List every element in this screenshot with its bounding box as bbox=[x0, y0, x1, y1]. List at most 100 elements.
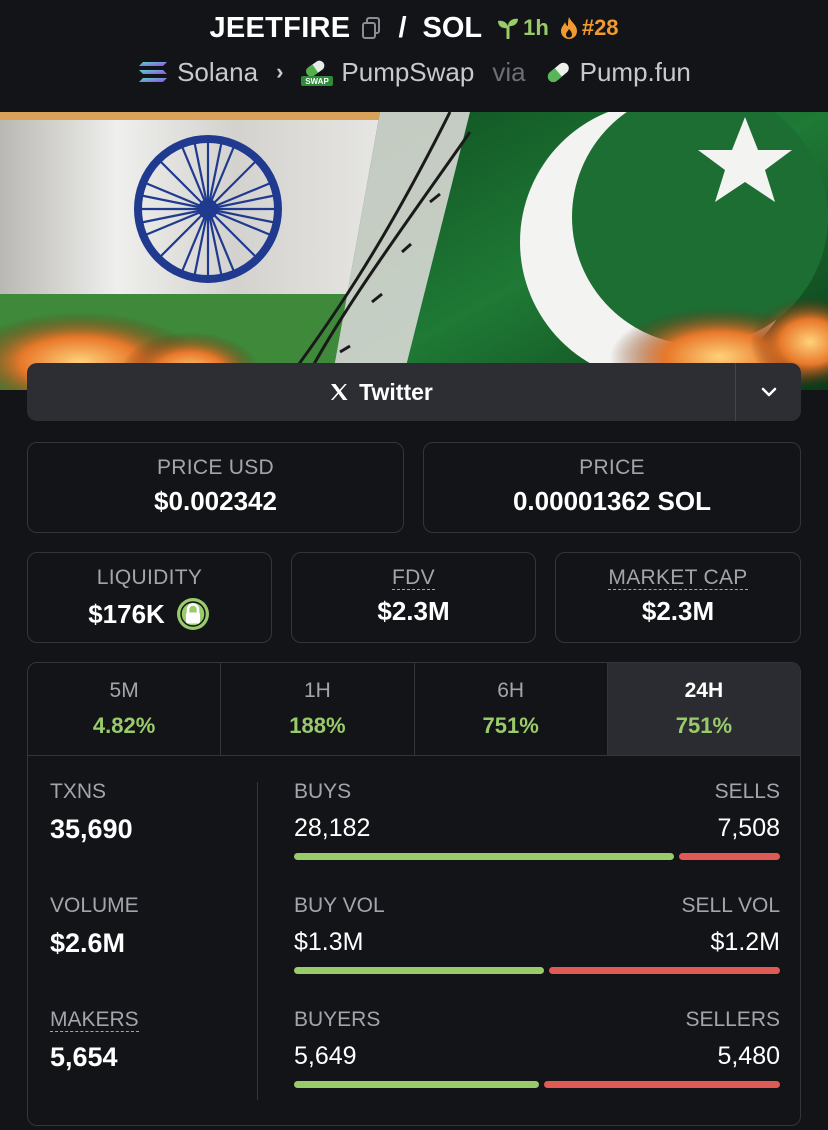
chevron-down-icon bbox=[761, 387, 776, 397]
swap-badge-text: SWAP bbox=[306, 77, 330, 86]
tab-5m-label: 5M bbox=[109, 679, 139, 702]
makers-value: 5,654 bbox=[50, 1042, 118, 1072]
sell-vol-bar bbox=[549, 967, 780, 974]
pair-header: JEETFIRE / SOL 1h #28 Solana › SWAP Pump… bbox=[0, 0, 828, 112]
dex-name: PumpSwap bbox=[341, 56, 475, 87]
tab-6h-change: 751% bbox=[482, 713, 539, 738]
makers-stat: MAKERS 5,654 bbox=[50, 1008, 139, 1073]
tab-24h[interactable]: 24H 751% bbox=[607, 663, 800, 755]
breadcrumb: Solana › SWAP PumpSwap via Pump.fun bbox=[0, 52, 828, 92]
tab-5m-change: 4.82% bbox=[92, 713, 156, 738]
seedling-icon bbox=[498, 18, 519, 39]
social-links-bar: Twitter bbox=[27, 363, 801, 421]
txns-label: TXNS bbox=[50, 780, 107, 803]
volume-value: $2.6M bbox=[50, 928, 126, 958]
pill-icon bbox=[547, 62, 569, 83]
fdv-label-text: FDV bbox=[392, 566, 435, 590]
volume-stat: VOLUME $2.6M bbox=[50, 894, 139, 959]
sells-label: SELLS bbox=[714, 780, 780, 803]
volume-label: VOLUME bbox=[50, 894, 139, 917]
pair-separator: / bbox=[398, 11, 407, 44]
tab-24h-change: 751% bbox=[675, 713, 733, 738]
buys-sells-stat: BUYS SELLS 28,182 7,508 bbox=[294, 780, 780, 860]
twitter-label: Twitter bbox=[359, 378, 433, 405]
buys-sells-ratio-bar bbox=[294, 853, 780, 860]
flame-icon bbox=[560, 17, 577, 39]
txns-value: 35,690 bbox=[50, 814, 133, 844]
sells-value: 7,508 bbox=[717, 814, 780, 842]
tab-1h-label: 1H bbox=[303, 679, 331, 702]
socials-dropdown-button[interactable] bbox=[735, 363, 801, 421]
fdv-card: FDV $2.3M bbox=[291, 552, 536, 643]
token-symbol: JEETFIRE bbox=[209, 11, 351, 44]
makers-label-text: MAKERS bbox=[50, 1008, 139, 1032]
pumpswap-icon: SWAP bbox=[301, 60, 334, 86]
column-divider bbox=[257, 782, 258, 1100]
buyers-ratio-bar bbox=[294, 1081, 780, 1088]
sellers-bar bbox=[544, 1081, 780, 1088]
sells-bar bbox=[679, 853, 780, 860]
timeframe-tabs: 5M 4.82% 1H 188% 6H 751% 24H 751% bbox=[28, 663, 800, 756]
x-logo-icon bbox=[331, 384, 348, 400]
buys-bar bbox=[294, 853, 674, 860]
buy-vol-label: BUY VOL bbox=[294, 894, 385, 917]
pair-age: 1h bbox=[496, 15, 549, 41]
tab-24h-label: 24H bbox=[684, 679, 724, 702]
tab-6h-label: 6H bbox=[497, 679, 525, 702]
market-cap-label[interactable]: MARKET CAP bbox=[556, 566, 800, 590]
chain-name: Solana bbox=[177, 56, 259, 87]
solana-icon bbox=[139, 62, 168, 82]
buys-label: BUYS bbox=[294, 780, 352, 803]
trading-stats-panel: 5M 4.82% 1H 188% 6H 751% 24H 751% TXNS 3… bbox=[27, 662, 801, 1126]
stats-body: TXNS 35,690 VOLUME $2.6M MAKERS 5,654 BU… bbox=[28, 756, 800, 1125]
twitter-button[interactable]: Twitter bbox=[27, 363, 735, 421]
buys-value: 28,182 bbox=[294, 814, 371, 842]
tab-5m[interactable]: 5M 4.82% bbox=[28, 663, 222, 755]
quote-symbol: SOL bbox=[422, 11, 483, 44]
liquidity-card: LIQUIDITY $176K bbox=[27, 552, 272, 643]
market-cap-card: MARKET CAP $2.3M bbox=[555, 552, 801, 643]
launchpad-name: Pump.fun bbox=[579, 56, 691, 87]
liquidity-label: LIQUIDITY bbox=[96, 566, 203, 589]
trending-rank-text: #28 bbox=[581, 15, 619, 40]
market-cap-label-text: MARKET CAP bbox=[608, 566, 748, 590]
sell-vol-label: SELL VOL bbox=[681, 894, 780, 917]
copy-icon[interactable] bbox=[360, 16, 382, 40]
price-usd-label: PRICE USD bbox=[156, 456, 275, 479]
liquidity-value: $176K bbox=[88, 598, 165, 629]
sell-vol-value: $1.2M bbox=[710, 928, 780, 956]
tab-1h[interactable]: 1H 188% bbox=[221, 663, 415, 755]
buyers-sellers-stat: BUYERS SELLERS 5,649 5,480 bbox=[294, 1008, 780, 1088]
volume-ratio-bar bbox=[294, 967, 780, 974]
txns-stat: TXNS 35,690 bbox=[50, 780, 133, 845]
sellers-label: SELLERS bbox=[685, 1008, 780, 1031]
lock-icon[interactable] bbox=[175, 596, 211, 632]
chevron-right-icon: › bbox=[276, 59, 284, 84]
title-row: JEETFIRE / SOL 1h #28 bbox=[0, 8, 828, 48]
buy-vol-bar bbox=[294, 967, 544, 974]
price-usd-card: PRICE USD $0.002342 bbox=[27, 442, 404, 533]
price-usd-value: $0.002342 bbox=[154, 486, 277, 516]
fdv-value: $2.3M bbox=[377, 596, 450, 626]
tab-1h-change: 188% bbox=[289, 713, 346, 738]
token-banner-image bbox=[0, 112, 828, 390]
breadcrumb-dex[interactable]: SWAP PumpSwap bbox=[301, 57, 474, 88]
buyers-value: 5,649 bbox=[294, 1042, 357, 1070]
breadcrumb-chain[interactable]: Solana bbox=[137, 57, 258, 88]
trending-rank[interactable]: #28 bbox=[559, 15, 619, 41]
liquidity-value-row: $176K bbox=[28, 596, 271, 632]
ashoka-chakra bbox=[134, 135, 282, 283]
market-cap-value: $2.3M bbox=[641, 596, 715, 626]
price-native-card: PRICE 0.00001362 SOL bbox=[423, 442, 801, 533]
buy-vol-value: $1.3M bbox=[294, 928, 364, 956]
price-native-value: 0.00001362 SOL bbox=[512, 486, 712, 516]
buyers-label: BUYERS bbox=[294, 1008, 381, 1031]
buyers-bar bbox=[294, 1081, 539, 1088]
sellers-value: 5,480 bbox=[717, 1042, 780, 1070]
tab-6h[interactable]: 6H 751% bbox=[415, 663, 608, 755]
pair-age-text: 1h bbox=[523, 15, 549, 40]
makers-label[interactable]: MAKERS bbox=[50, 1008, 139, 1032]
breadcrumb-launchpad[interactable]: Pump.fun bbox=[544, 57, 691, 88]
fdv-label[interactable]: FDV bbox=[292, 566, 535, 590]
volume-split-stat: BUY VOL SELL VOL $1.3M $1.2M bbox=[294, 894, 780, 974]
